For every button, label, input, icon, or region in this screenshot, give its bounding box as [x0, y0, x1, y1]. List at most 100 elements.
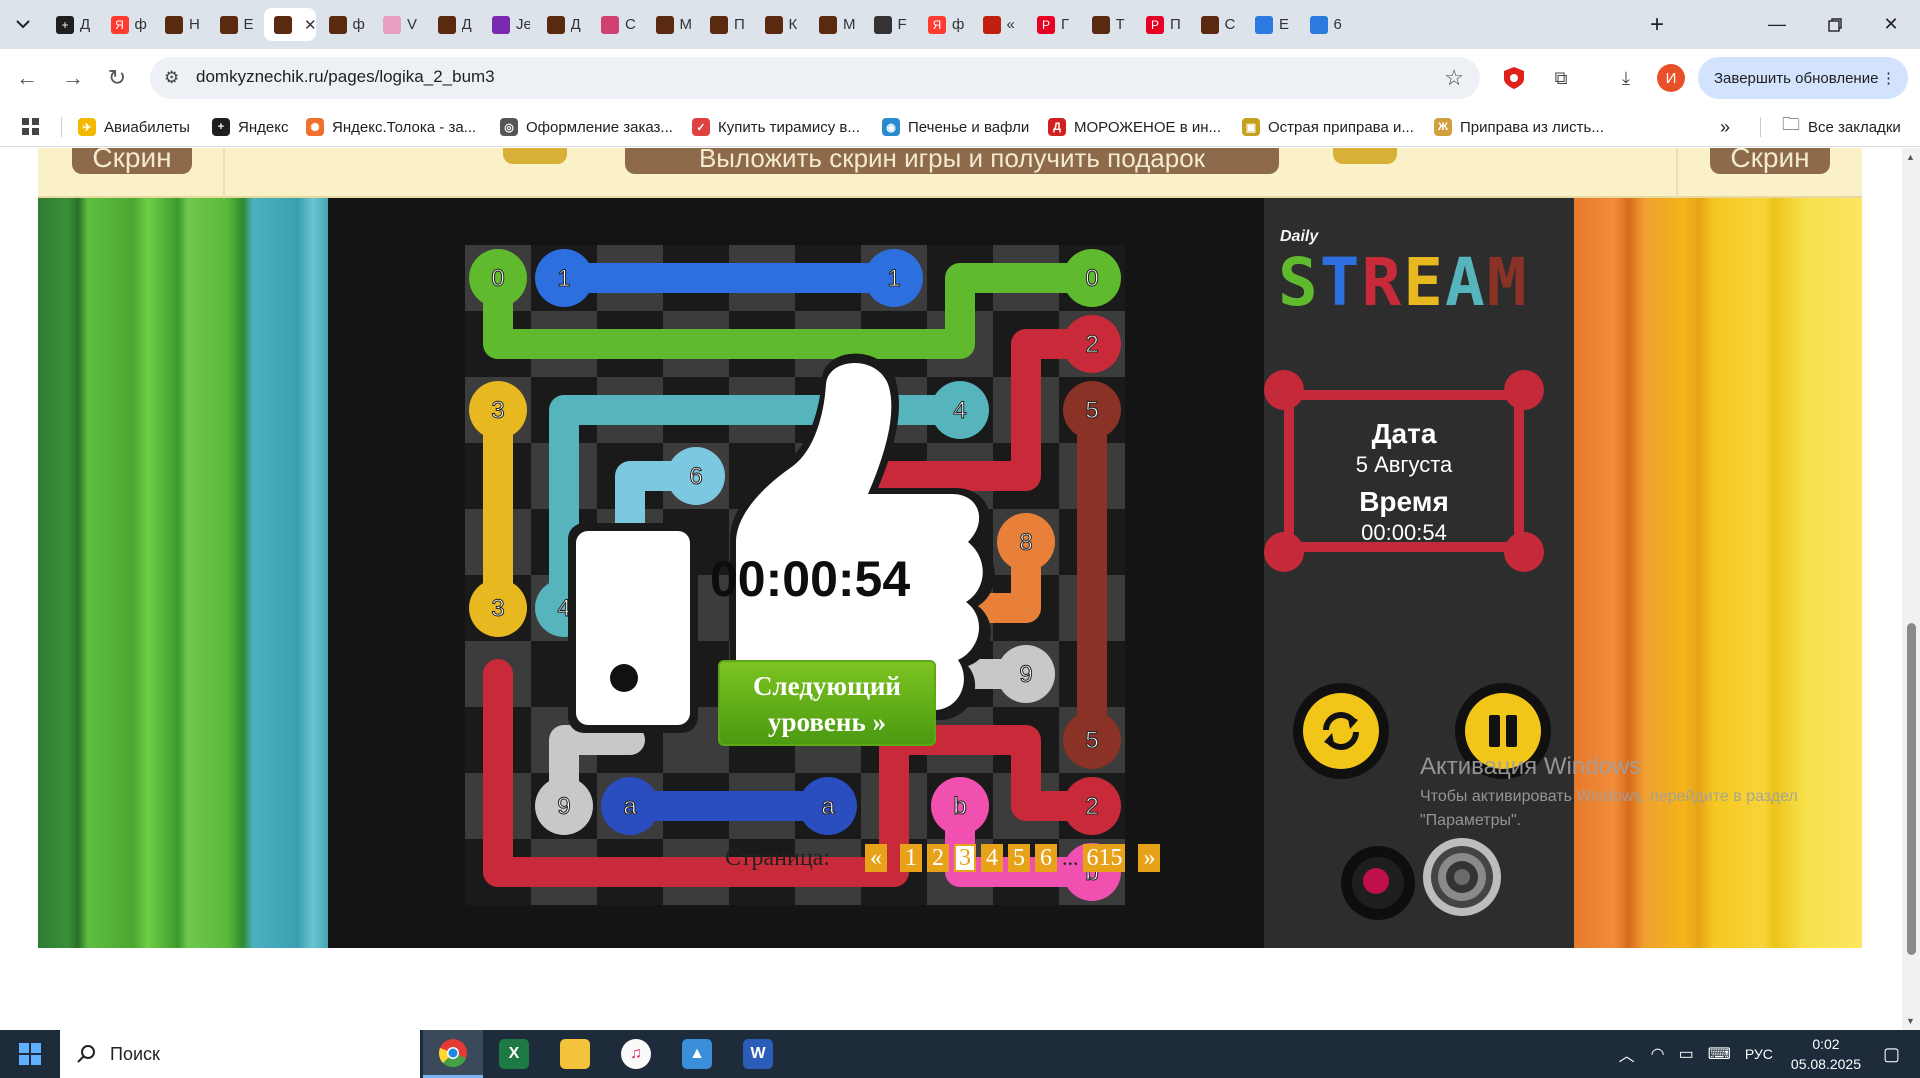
browser-tab[interactable]: PГ [1027, 8, 1075, 41]
pagination-label: Страница: [725, 844, 830, 871]
page-scrollbar[interactable]: ▲ ▼ [1902, 148, 1920, 1030]
bookmark-star-icon[interactable]: ☆ [1444, 65, 1464, 91]
adblock-extension-icon[interactable] [1500, 64, 1528, 92]
tab-favicon-icon [492, 15, 510, 34]
browser-tab[interactable]: Н [155, 8, 203, 41]
browser-tab[interactable]: Je [482, 8, 530, 41]
scroll-up-icon[interactable]: ▲ [1906, 152, 1915, 162]
windows-taskbar: Поиск X ♫ ▲ W ︿ ◠ ▭ ⌨ РУС 0:02 05.08.202… [0, 1030, 1920, 1078]
start-button[interactable] [0, 1030, 60, 1078]
notifications-icon[interactable]: ▢ [1883, 1044, 1900, 1065]
browser-tab[interactable]: E [1245, 8, 1293, 41]
browser-tab[interactable]: С [1191, 8, 1239, 41]
reload-button[interactable]: ↻ [100, 61, 134, 95]
new-tab-button[interactable]: + [1628, 0, 1686, 49]
pagination-page[interactable]: 2 [926, 844, 949, 872]
all-bookmarks-button[interactable]: 🗀 Все закладки [1782, 114, 1901, 139]
screenshot-left-button[interactable]: Скрин [72, 148, 192, 174]
next-level-label-line1: Следующий [753, 671, 901, 701]
pagination-page[interactable]: 6 [1034, 844, 1057, 872]
minimize-button[interactable]: — [1748, 0, 1806, 49]
close-window-button[interactable]: ✕ [1862, 0, 1920, 49]
tab-search-button[interactable] [6, 7, 40, 41]
scrollbar-thumb[interactable] [1907, 623, 1916, 955]
browser-tab[interactable]: Яф [101, 8, 149, 41]
browser-tab[interactable]: К [755, 8, 803, 41]
browser-tab[interactable]: F [864, 8, 912, 41]
taskbar-music[interactable]: ♫ [606, 1030, 666, 1078]
browser-tab[interactable]: E [210, 8, 258, 41]
record-icon[interactable] [1338, 843, 1418, 923]
info-box-corner [1264, 370, 1304, 410]
scroll-down-icon[interactable]: ▼ [1906, 1016, 1915, 1026]
pagination-page[interactable]: 4 [980, 844, 1003, 872]
taskbar-chrome[interactable] [423, 1030, 483, 1078]
pagination-page[interactable]: 1 [899, 844, 922, 872]
bookmark-item[interactable]: ◉ Печенье и вафли [882, 115, 1029, 139]
bookmark-item[interactable]: ✈ Авиабилеты [78, 115, 190, 139]
site-info-icon[interactable]: ⚙ [164, 68, 179, 88]
clock[interactable]: 0:02 05.08.2025 [1791, 1034, 1861, 1074]
address-bar[interactable]: ⚙ domkyznechik.ru/pages/logika_2_bum3 ☆ [150, 57, 1480, 99]
pagination-page[interactable]: 3 [953, 844, 976, 872]
watermark-line2: "Параметры". [1420, 812, 1522, 829]
search-placeholder: Поиск [110, 1043, 160, 1064]
browser-tab[interactable]: 6 [1300, 8, 1348, 41]
extensions-icon[interactable]: ⧉ [1547, 64, 1575, 92]
browser-tab[interactable]: M [646, 8, 694, 41]
downloads-icon[interactable]: ⤓ [1612, 64, 1640, 92]
bookmark-item[interactable]: + Яндекс [212, 115, 288, 139]
forward-button[interactable]: → [56, 61, 90, 95]
browser-tab[interactable]: Д [537, 8, 585, 41]
speaker-icon[interactable] [1420, 835, 1504, 919]
browser-tab[interactable]: С✕ [264, 8, 317, 41]
browser-tab[interactable]: П [700, 8, 748, 41]
browser-tab[interactable]: « [973, 8, 1021, 41]
back-button[interactable]: ← [10, 61, 44, 95]
restore-button[interactable] [1806, 0, 1864, 49]
pagination-page[interactable]: 5 [1007, 844, 1030, 872]
pagination-last-page[interactable]: 615 [1083, 844, 1126, 872]
taskbar-explorer[interactable] [545, 1030, 605, 1078]
tab-close-icon[interactable]: ✕ [304, 16, 317, 34]
browser-tab[interactable]: Т [1082, 8, 1130, 41]
pagination-prev[interactable]: « [864, 844, 887, 872]
pagination-next[interactable]: » [1138, 844, 1161, 872]
time-value: 00:00:54 [1361, 520, 1447, 545]
taskbar-word[interactable]: W [728, 1030, 788, 1078]
back-arrow-icon: ← [16, 65, 38, 90]
network-icon[interactable]: ◠ [1651, 1044, 1665, 1064]
bookmark-item[interactable]: ✺ Яндекс.Толока - за... [306, 115, 476, 139]
bookmark-item[interactable]: ✓ Купить тирамису в... [692, 115, 860, 139]
finish-update-button[interactable]: Завершить обновление ⋮ [1698, 57, 1908, 99]
profile-avatar[interactable]: И [1657, 64, 1685, 92]
restart-button[interactable] [1293, 683, 1389, 779]
taskbar-photos[interactable]: ▲ [667, 1030, 727, 1078]
screenshot-right-button[interactable]: Скрин [1710, 148, 1830, 174]
browser-tab[interactable]: + Д [46, 8, 94, 41]
bookmark-item[interactable]: Ж Приправа из листь... [1434, 115, 1604, 139]
more-bookmarks-button[interactable]: » [1720, 115, 1730, 139]
apps-grid-icon[interactable] [22, 115, 40, 139]
browser-tab[interactable]: ф [319, 8, 367, 41]
post-screenshot-button[interactable]: Выложить скрин игры и получить подарок [625, 148, 1279, 174]
taskbar-excel[interactable]: X [484, 1030, 544, 1078]
bookmark-item[interactable]: Д МОРОЖЕНОЕ в ин... [1048, 115, 1221, 139]
keyboard-icon[interactable]: ⌨ [1708, 1044, 1731, 1064]
battery-icon[interactable]: ▭ [1679, 1044, 1694, 1064]
language-indicator[interactable]: РУС [1745, 1046, 1773, 1062]
bookmark-item[interactable]: ◎ Оформление заказ... [500, 115, 673, 139]
flow-endpoint-label: a [821, 793, 835, 820]
browser-tab[interactable]: C [591, 8, 639, 41]
browser-tab[interactable]: Д [428, 8, 476, 41]
screen: +ДЯфНEС✕фVДJeДCMПКMFЯф«PГТPПСE6 + — ✕ ← … [0, 0, 1920, 1078]
flow-endpoint-label: 8 [1019, 529, 1032, 556]
browser-tab[interactable]: PП [1136, 8, 1184, 41]
browser-tab[interactable]: M [809, 8, 857, 41]
bookmark-item[interactable]: ▣ Острая приправа и... [1242, 115, 1414, 139]
next-level-button[interactable]: Следующий уровень » [718, 660, 936, 746]
browser-tab[interactable]: V [373, 8, 421, 41]
tray-chevron-up-icon[interactable]: ︿ [1619, 1042, 1635, 1066]
taskbar-search[interactable]: Поиск [60, 1030, 420, 1078]
browser-tab[interactable]: Яф [918, 8, 966, 41]
